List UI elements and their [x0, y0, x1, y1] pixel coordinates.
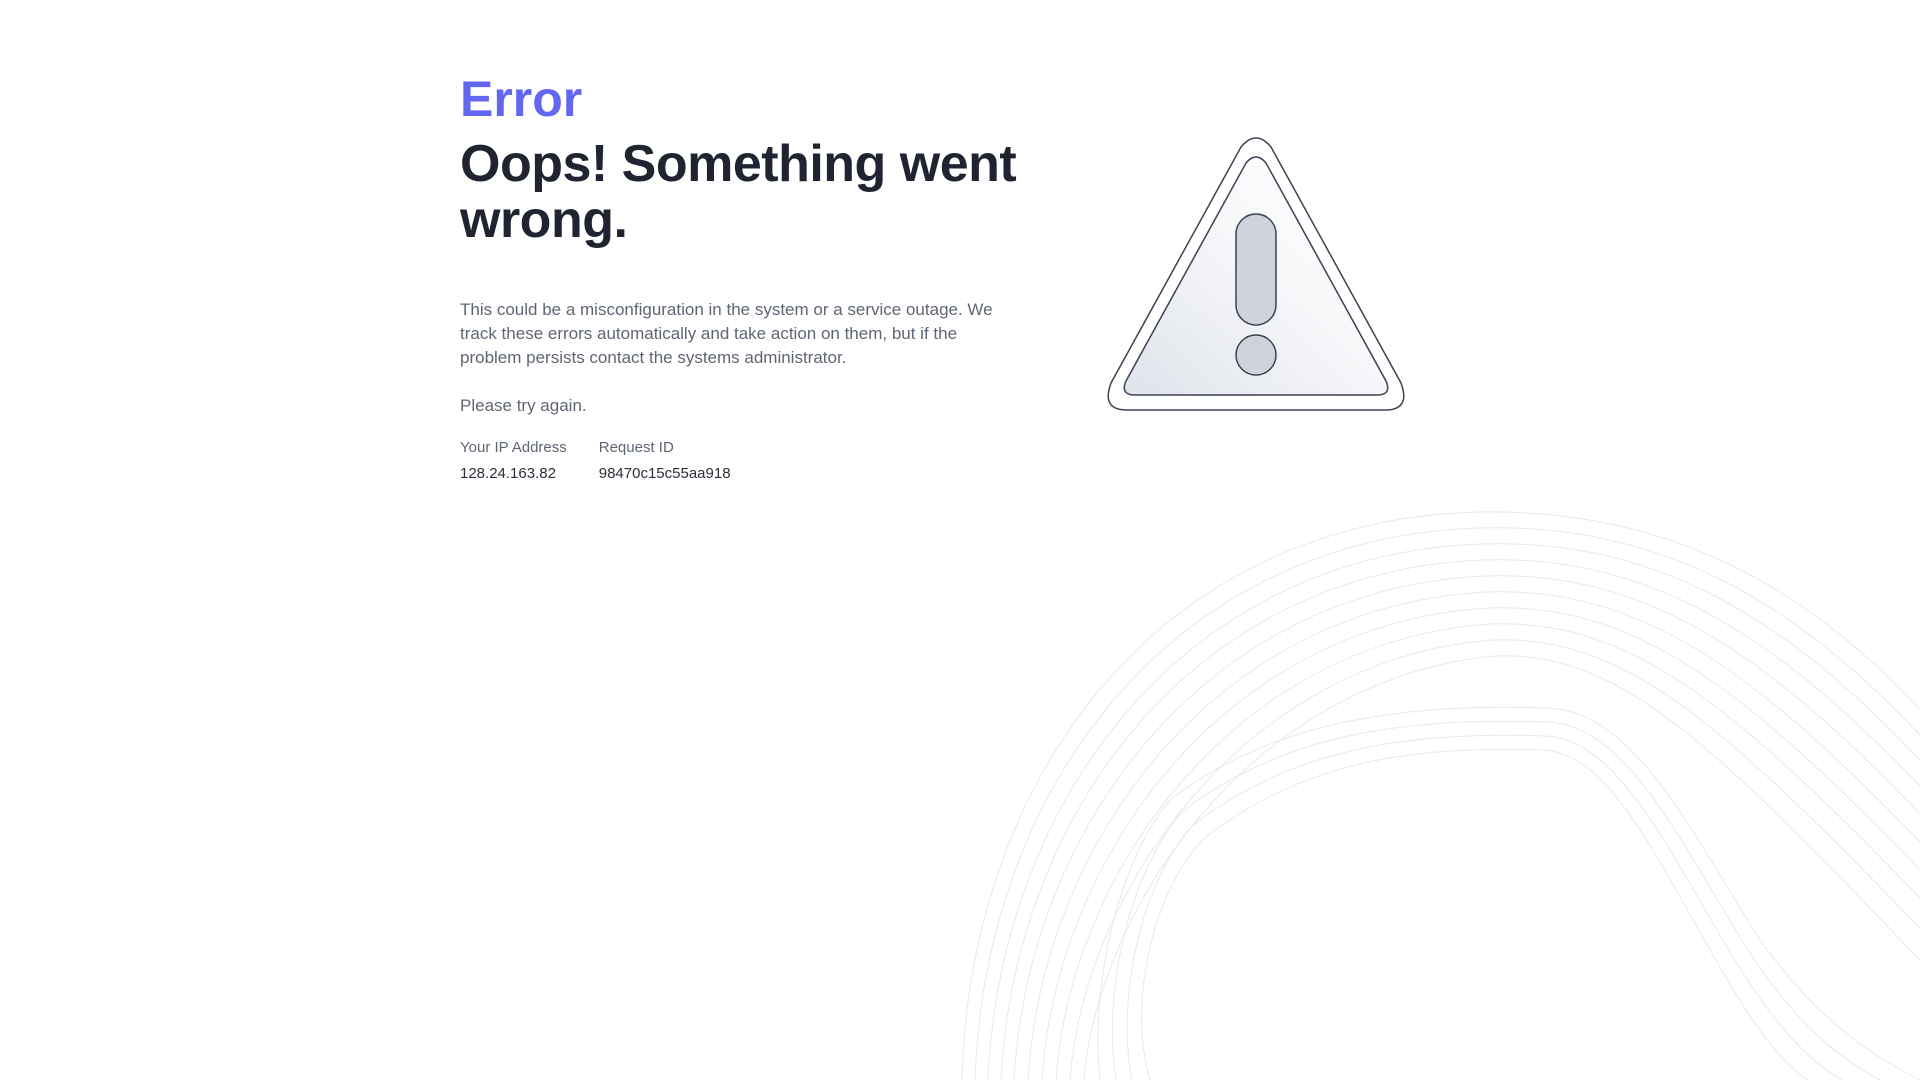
error-content: Error Oops! Something went wrong. This c…: [460, 72, 1020, 484]
error-page: Error Oops! Something went wrong. This c…: [0, 0, 1920, 1080]
request-id-label: Request ID: [598, 439, 674, 456]
page-title: Oops! Something went wrong.: [460, 135, 1017, 249]
error-description: This could be a misconfiguration in the …: [460, 300, 993, 367]
error-label: Error: [460, 71, 583, 127]
request-id-detail: Request ID 98470c15c55aa918: [599, 438, 731, 484]
ip-address-label: Your IP Address: [460, 439, 567, 456]
ip-address-value: 128.24.163.82: [460, 465, 556, 482]
request-details: Your IP Address 128.24.163.82 Request ID…: [460, 438, 1020, 484]
request-id-value: 98470c15c55aa918: [598, 465, 731, 482]
ip-address-detail: Your IP Address 128.24.163.82: [460, 438, 567, 484]
warning-triangle-icon: [1107, 137, 1405, 411]
retry-message: Please try again.: [460, 396, 587, 415]
